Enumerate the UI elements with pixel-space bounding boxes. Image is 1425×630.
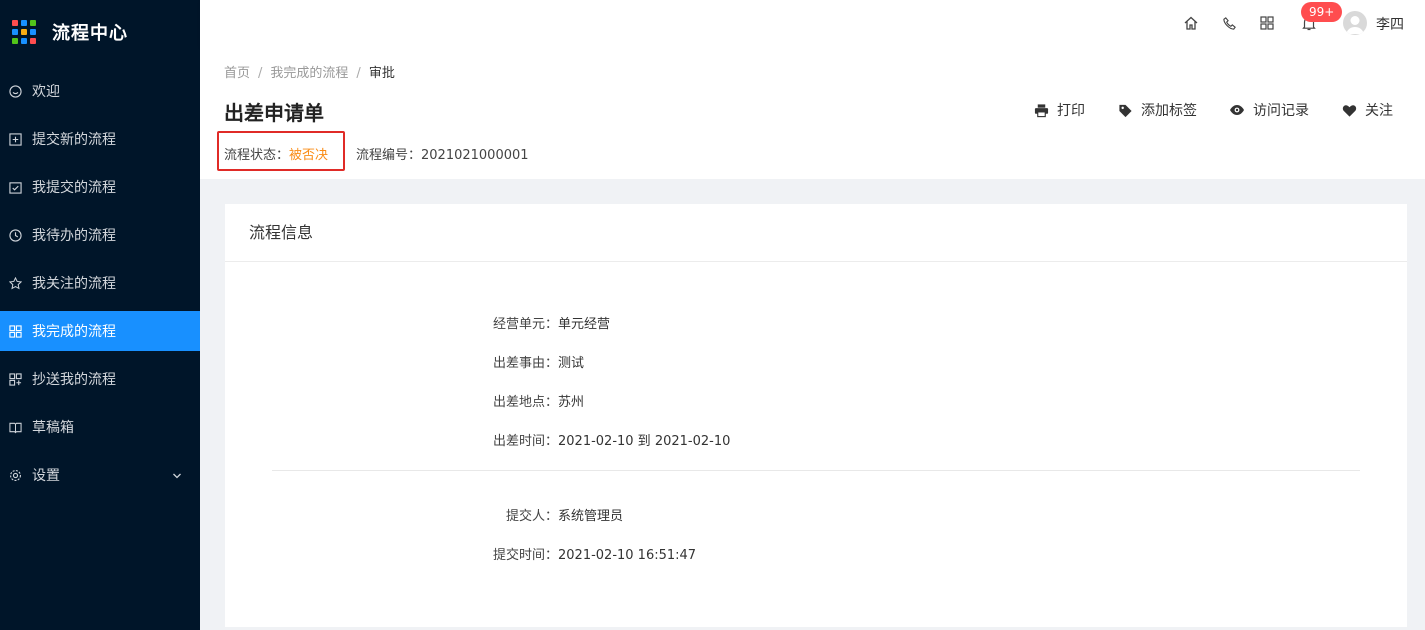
sidebar-item-my-completed[interactable]: 我完成的流程: [0, 311, 200, 351]
print-label: 打印: [1057, 103, 1085, 119]
add-tag-label: 添加标签: [1141, 103, 1197, 119]
breadcrumb-current: 审批: [368, 66, 395, 81]
field-value: 测试: [558, 356, 585, 371]
field-business-unit: 经营单元：单元经营: [466, 313, 610, 332]
check-square-icon: [8, 180, 22, 194]
sidebar-item-settings[interactable]: 设置: [0, 455, 200, 495]
field-value: 2021-02-10 16:51:47: [558, 548, 697, 563]
sidebar-item-submit-new[interactable]: 提交新的流程: [0, 119, 200, 159]
smile-icon: [8, 84, 22, 98]
flow-number: 流程编号：2021021000001: [356, 144, 529, 163]
flow-status: 流程状态：被否决: [224, 144, 328, 163]
visit-log-button[interactable]: 访问记录: [1229, 100, 1309, 120]
notification-badge: 99+: [1301, 2, 1343, 22]
sidebar: 流程中心 欢迎 提交新的流程 我提交的流程 我待办的流程 我关注的流程 我完成的…: [0, 0, 200, 630]
copy-grid-icon: [8, 372, 22, 386]
flow-number-value: 2021021000001: [421, 148, 529, 163]
app-title: 流程中心: [52, 22, 128, 44]
sidebar-item-label: 草稿箱: [32, 420, 74, 436]
field-value: 2021-02-10 到 2021-02-10: [558, 434, 731, 449]
field-trip-reason: 出差事由：测试: [466, 352, 584, 371]
eye-icon: [1229, 102, 1245, 118]
top-header: 99+ 李四: [200, 0, 1425, 47]
print-button[interactable]: 打印: [1033, 100, 1085, 120]
sidebar-item-cc-me[interactable]: 抄送我的流程: [0, 359, 200, 399]
field-submit-time: 提交时间：2021-02-10 16:51:47: [466, 544, 696, 563]
follow-label: 关注: [1365, 103, 1393, 119]
flow-status-label: 流程状态：: [224, 148, 290, 163]
field-label: 出差地点：: [492, 395, 558, 410]
breadcrumb-parent[interactable]: 我完成的流程: [270, 66, 348, 81]
sidebar-item-label: 我完成的流程: [32, 324, 116, 340]
page-actions: 打印 添加标签 访问记录 关注: [1033, 100, 1393, 120]
sidebar-item-my-followed[interactable]: 我关注的流程: [0, 263, 200, 303]
book-icon: [8, 420, 22, 434]
field-label: 提交人：: [505, 509, 558, 524]
sidebar-item-drafts[interactable]: 草稿箱: [0, 407, 200, 447]
card-title: 流程信息: [225, 204, 1407, 262]
follow-button[interactable]: 关注: [1341, 100, 1393, 120]
plus-square-icon: [8, 132, 22, 146]
app-grid-icon: [12, 19, 36, 44]
sidebar-item-label: 我关注的流程: [32, 276, 116, 292]
add-tag-button[interactable]: 添加标签: [1117, 100, 1197, 120]
visit-log-label: 访问记录: [1253, 103, 1309, 119]
heart-icon: [1341, 102, 1357, 118]
gear-icon: [8, 468, 22, 482]
field-label: 出差事由：: [492, 356, 558, 371]
breadcrumb: 首页 / 我完成的流程 / 审批: [224, 62, 395, 81]
clock-icon: [8, 228, 22, 242]
printer-icon: [1033, 102, 1049, 118]
field-value: 单元经营: [558, 317, 611, 332]
page-header: 首页 / 我完成的流程 / 审批 出差申请单 流程状态：被否决 流程编号：2021021…: [200, 47, 1425, 179]
breadcrumb-separator: /: [258, 66, 263, 81]
app-logo[interactable]: 流程中心: [0, 0, 200, 63]
chevron-down-icon[interactable]: [172, 469, 182, 485]
star-icon: [8, 276, 22, 290]
sidebar-item-label: 我提交的流程: [32, 180, 116, 196]
flow-number-label: 流程编号：: [356, 148, 422, 163]
flow-info-card: 流程信息 经营单元：单元经营 出差事由：测试 出差地点：苏州 出差时间：2021…: [225, 204, 1407, 627]
sidebar-item-my-submitted[interactable]: 我提交的流程: [0, 167, 200, 207]
page-title: 出差申请单: [224, 101, 324, 125]
field-trip-time: 出差时间：2021-02-10 到 2021-02-10: [466, 430, 730, 449]
sidebar-item-my-todo[interactable]: 我待办的流程: [0, 215, 200, 255]
sidebar-item-label: 提交新的流程: [32, 132, 116, 148]
breadcrumb-home[interactable]: 首页: [224, 66, 250, 81]
username[interactable]: 李四: [1376, 14, 1404, 34]
field-value: 系统管理员: [558, 509, 624, 524]
tag-icon: [1117, 102, 1133, 118]
field-label: 经营单元：: [492, 317, 558, 332]
phone-icon[interactable]: [1220, 14, 1238, 32]
sidebar-item-welcome[interactable]: 欢迎: [0, 71, 200, 111]
field-value: 苏州: [558, 395, 585, 410]
sidebar-item-label: 设置: [32, 468, 60, 484]
sidebar-item-label: 欢迎: [32, 84, 60, 100]
field-trip-location: 出差地点：苏州: [466, 391, 584, 410]
section-divider: [272, 470, 1360, 471]
field-label: 出差时间：: [492, 434, 558, 449]
flow-status-value: 被否决: [289, 148, 329, 163]
sidebar-item-label: 抄送我的流程: [32, 372, 116, 388]
breadcrumb-separator: /: [356, 66, 361, 81]
field-submitter: 提交人：系统管理员: [466, 505, 623, 524]
apps-icon[interactable]: [1258, 14, 1276, 32]
avatar[interactable]: [1343, 11, 1367, 35]
grid-icon: [8, 324, 22, 338]
field-label: 提交时间：: [492, 548, 558, 563]
sidebar-item-label: 我待办的流程: [32, 228, 116, 244]
home-icon[interactable]: [1182, 14, 1200, 32]
